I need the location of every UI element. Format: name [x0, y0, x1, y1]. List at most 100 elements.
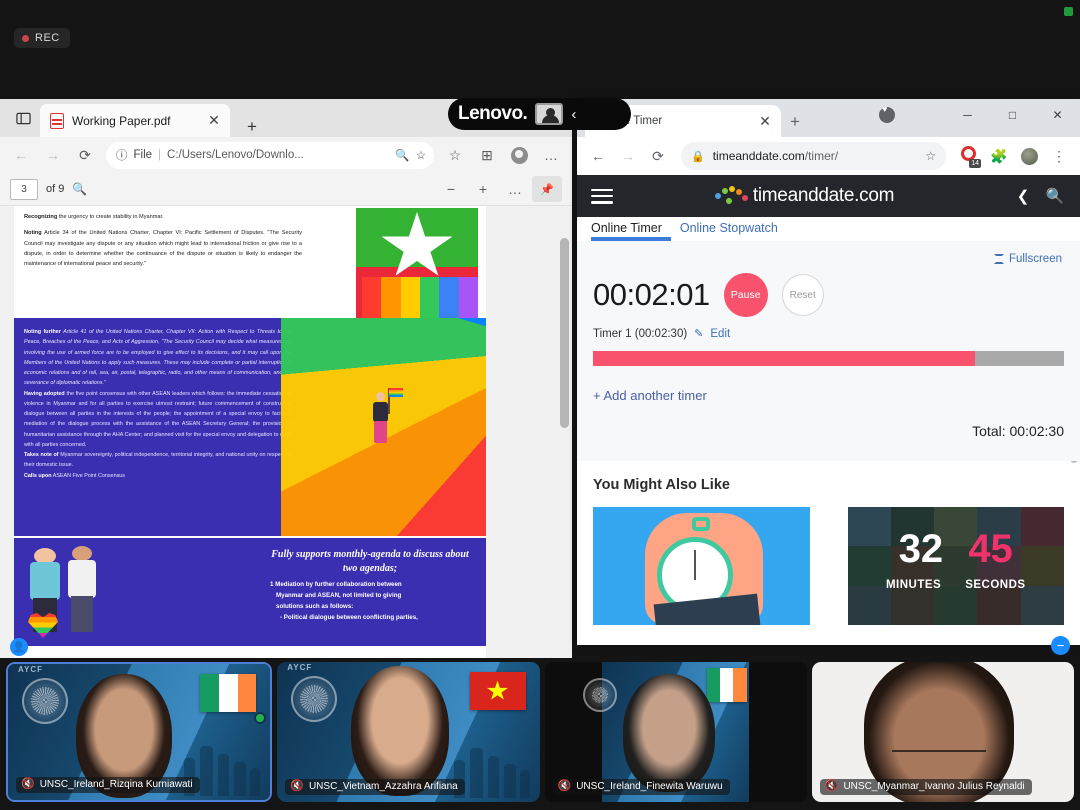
minimize-icon[interactable]: ─ — [945, 99, 990, 131]
timer-progress-fill — [593, 351, 975, 366]
mic-muted-icon: 🔇 — [824, 780, 839, 792]
timeanddate-header: timeanddate.com ❮ 🔍 — [577, 175, 1080, 217]
aycf-watermark: AYCF — [18, 665, 44, 674]
heart-badge-icon[interactable] — [879, 104, 895, 123]
pdf-viewport[interactable]: Recognizing the urgency to create stabil… — [0, 206, 572, 659]
close-tab-icon[interactable]: ✕ — [757, 113, 773, 130]
avatar[interactable] — [1016, 143, 1042, 169]
chrome-toolbar: ← → ⟳ 🔒 timeanddate.com/timer/ ☆ 14 🧩 ⋮ — [577, 137, 1080, 175]
edge-tab-title: Working Paper.pdf — [72, 113, 171, 128]
record-dot-icon — [22, 34, 29, 42]
video-tile-3[interactable]: 🔇 UNSC_Ireland_Finewita Waruwu — [544, 662, 807, 802]
reload-icon[interactable]: ⟳ — [645, 143, 671, 169]
collections-icon[interactable]: ⊞ — [472, 141, 502, 169]
you-might-also-like-section: You Might Also Like 32 45 MINUTES SECOND… — [577, 461, 1080, 625]
countdown-minutes-label: MINUTES — [885, 579, 942, 591]
mic-muted-icon: 🔇 — [557, 780, 572, 792]
chrome-address-bar[interactable]: 🔒 timeanddate.com/timer/ ☆ — [681, 142, 946, 170]
pdf-paragraph-group-2: Noting further Article 41 of the United … — [24, 327, 292, 481]
video-tile-2[interactable]: AYCF 🔇 UNSC_Vietnam_Azzahra Arifiana — [277, 662, 540, 802]
participant-name-3: UNSC_Ireland_Finewita Waruwu — [576, 781, 723, 792]
bookmark-star-icon[interactable]: ☆ — [925, 149, 936, 163]
info-icon[interactable]: ⓘ — [116, 147, 128, 163]
share-icon[interactable]: ❮ — [1012, 187, 1034, 205]
timer-progress-bar — [593, 351, 1064, 366]
favorites-icon[interactable]: ☆ — [440, 141, 470, 169]
mic-muted-icon: 🔇 — [21, 778, 35, 790]
countdown-seconds-value: 45 — [968, 527, 1013, 571]
pdf-search-icon[interactable]: 🔍 — [72, 182, 87, 196]
pdf-zoom-in-icon[interactable]: + — [468, 175, 498, 203]
video-tile-4[interactable]: 🔇 UNSC_Myanmar_Ivanno Julius Reynaldi — [811, 662, 1074, 802]
pdf-agenda-list: 1 Mediation by further collaboration bet… — [270, 580, 470, 623]
puzzle-icon[interactable]: 🧩 — [986, 143, 1012, 169]
ymal-card-stopwatch[interactable] — [593, 507, 810, 625]
timer-total-label: Total: 00:02:30 — [972, 423, 1064, 439]
chevron-left-icon[interactable]: ‹ — [571, 106, 576, 123]
close-window-icon[interactable]: ✕ — [1035, 99, 1080, 131]
pdf-section-agenda: Fully supports monthly-agenda to discuss… — [14, 536, 486, 646]
status-dot-icon — [1064, 7, 1073, 16]
video-tile-1[interactable]: AYCF 🔇 UNSC_Ireland_Rizqina Kurniawati — [6, 662, 273, 802]
participant-name-4: UNSC_Myanmar_Ivanno Julius Reynaldi — [843, 781, 1025, 792]
participant-name-2: UNSC_Vietnam_Azzahra Arifiana — [308, 781, 458, 792]
video-participant-strip: AYCF 🔇 UNSC_Ireland_Rizqina Kurniawati A… — [0, 658, 1080, 810]
zoom-out-icon[interactable]: 🔍 — [395, 148, 409, 162]
edge-more-icon[interactable]: … — [536, 141, 566, 169]
reload-icon[interactable]: ⟳ — [70, 141, 100, 169]
ymal-card-countdown[interactable]: 32 45 MINUTES SECONDS — [847, 507, 1065, 625]
pause-button[interactable]: Pause — [723, 273, 768, 317]
pdf-page-input[interactable]: 3 — [10, 178, 38, 200]
forward-icon[interactable]: → — [38, 141, 68, 169]
edge-browser-window: Working Paper.pdf ✕ + ─ □ ✕ ← → ⟳ ⓘ File… — [0, 99, 572, 659]
unsc-emblem-icon — [22, 678, 68, 724]
forward-icon[interactable]: → — [615, 143, 641, 169]
new-tab-icon[interactable]: + — [238, 117, 266, 137]
close-tab-icon[interactable]: ✕ — [206, 112, 222, 129]
pdf-lead-having-adopted: Having adopted — [24, 390, 65, 397]
countdown-minutes-value: 32 — [898, 527, 944, 571]
tab-online-stopwatch[interactable]: Online Stopwatch — [680, 221, 778, 241]
tab-actions-icon[interactable] — [6, 99, 40, 137]
chrome-menu-icon[interactable]: ⋮ — [1046, 143, 1072, 169]
countdown-numbers: 32 45 — [848, 529, 1065, 569]
adblock-badge: 14 — [969, 159, 981, 168]
countdown-labels: MINUTES SECONDS — [848, 579, 1065, 591]
timeanddate-body[interactable]: Online Timer Online Stopwatch Fullscreen… — [577, 217, 1080, 645]
new-tab-icon[interactable]: + — [781, 107, 809, 137]
lenovo-brand-text: Lenovo. — [458, 103, 528, 124]
maximize-icon[interactable]: □ — [990, 99, 1035, 131]
adblock-icon[interactable]: 14 — [956, 143, 982, 169]
profile-icon[interactable] — [504, 141, 534, 169]
pdf-file-icon — [50, 112, 64, 129]
pdf-lead-recognizing: Recognizing — [24, 214, 58, 220]
add-favorite-icon[interactable]: ☆ — [416, 148, 426, 162]
fullscreen-label: Fullscreen — [1008, 253, 1062, 265]
collapse-icon[interactable]: − — [1051, 636, 1070, 655]
pdf-zoom-out-icon[interactable]: − — [436, 175, 466, 203]
timer-display: 00:02:01 — [593, 277, 710, 312]
edge-tab-working-paper[interactable]: Working Paper.pdf ✕ — [40, 104, 230, 137]
glasses-icon — [891, 750, 986, 772]
participant-face — [622, 674, 715, 792]
edge-address-bar[interactable]: ⓘ File | C:/Users/Lenovo/Downlo... 🔍 ☆ — [106, 141, 434, 169]
url-domain: timeanddate.com — [712, 149, 805, 163]
fullscreen-button[interactable]: Fullscreen — [993, 253, 1062, 265]
pencil-icon[interactable]: ✎ — [694, 327, 703, 340]
pdf-para-3: Article 41 of the United Nations Charter… — [24, 329, 292, 387]
participants-icon[interactable]: 👤 — [10, 638, 28, 656]
pdf-pin-icon[interactable]: 📌 — [532, 176, 562, 202]
webcam-icon[interactable] — [535, 103, 564, 125]
recording-label: REC — [35, 32, 60, 44]
ymal-title: You Might Also Like — [593, 477, 730, 493]
back-icon[interactable]: ← — [585, 143, 611, 169]
edit-link[interactable]: Edit — [710, 328, 730, 340]
pdf-more-icon[interactable]: … — [500, 175, 530, 203]
edge-scrollbar[interactable] — [560, 238, 569, 428]
search-icon[interactable]: 🔍 — [1044, 187, 1066, 205]
timeanddate-logo[interactable]: timeanddate.com — [607, 185, 1002, 207]
back-icon[interactable]: ← — [6, 141, 36, 169]
reset-button[interactable]: Reset — [781, 274, 824, 316]
add-another-timer-button[interactable]: + Add another timer — [593, 388, 1064, 403]
timer-nav-tabs: Online Timer Online Stopwatch — [577, 217, 1080, 241]
